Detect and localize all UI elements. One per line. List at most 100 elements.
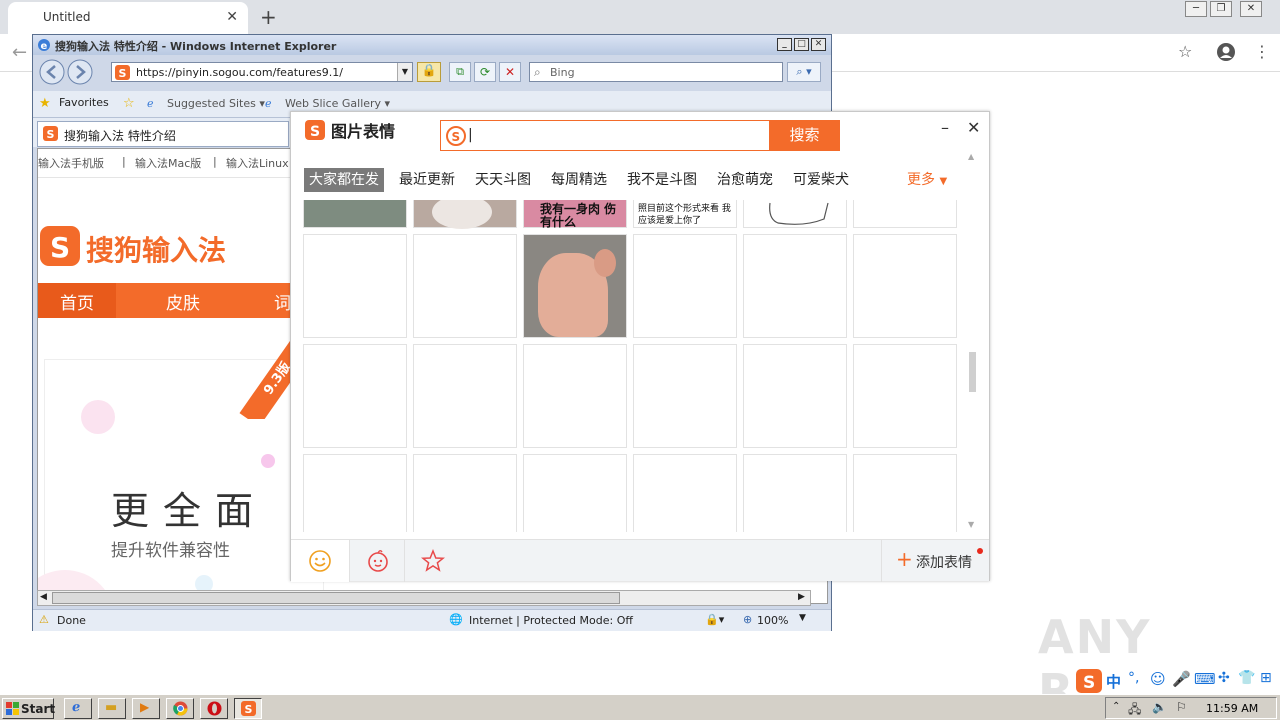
emoji-thumb[interactable] [633, 454, 737, 532]
suggested-sites-link[interactable]: Suggested Sites ▾ [167, 97, 265, 110]
toolbox-icon[interactable]: ✣ [1218, 670, 1230, 686]
emoji-thumb[interactable] [633, 234, 737, 338]
stop-icon[interactable]: ✕ [499, 62, 521, 82]
zoom-level[interactable]: 100% [757, 614, 788, 627]
add-emoji-button[interactable]: + 添加表情 [881, 540, 989, 582]
taskbar-media-button[interactable]: ▶ [132, 698, 160, 719]
emoji-thumb[interactable] [523, 454, 627, 532]
add-favorite-icon[interactable]: ☆ [123, 96, 135, 111]
grid-menu-icon[interactable]: ⊞ [1260, 670, 1272, 686]
taskbar-explorer-button[interactable]: ▬ [98, 698, 126, 719]
lock-icon[interactable]: 🔒 [417, 62, 441, 82]
scroll-left-icon[interactable]: ◀ [40, 592, 47, 602]
category-tab-pets[interactable]: 治愈萌宠 [717, 168, 773, 192]
nav-home[interactable]: 首页 [60, 289, 94, 314]
panel-close-icon[interactable]: ✕ [967, 118, 980, 137]
protected-mode-icon[interactable]: 🔒▾ [705, 613, 724, 626]
profile-icon[interactable] [1216, 42, 1236, 62]
emoji-thumb[interactable] [853, 454, 957, 532]
category-tab-latest[interactable]: 最近更新 [399, 168, 455, 192]
panel-scrollbar-thumb[interactable] [969, 352, 976, 392]
chrome-tab[interactable]: Untitled ✕ [8, 2, 248, 34]
emoji-thumb[interactable] [523, 234, 627, 338]
emoji-thumb[interactable] [413, 344, 517, 448]
emoji-smiley-icon[interactable]: ☺ [1150, 670, 1166, 688]
emoji-search-button[interactable]: 搜索 [769, 120, 840, 151]
skin-shirt-icon[interactable]: 👕 [1238, 670, 1255, 686]
ie-address-bar[interactable]: S https://pinyin.sogou.com/features9.1/ [111, 62, 413, 82]
chrome-new-tab-button[interactable]: + [260, 5, 277, 29]
nav-words[interactable]: 词 [274, 289, 291, 314]
taskbar-chrome-button[interactable] [166, 698, 194, 719]
scroll-up-icon[interactable]: ▲ [968, 152, 974, 161]
address-dropdown-icon[interactable]: ▼ [397, 63, 412, 81]
show-hidden-icons[interactable]: ⌃ [1112, 701, 1120, 712]
sogou-logo-text[interactable]: 搜狗输入法 [86, 229, 226, 269]
refresh-icon[interactable]: ⟳ [474, 62, 496, 82]
ie-forward-button[interactable] [67, 59, 93, 85]
emoji-thumb[interactable] [303, 454, 407, 532]
compatibility-icon[interactable]: ⧉ [449, 62, 471, 82]
emoji-thumb[interactable] [853, 234, 957, 338]
top-link-linux[interactable]: 输入法Linux [226, 155, 289, 171]
bottom-tab-favorites[interactable] [405, 540, 461, 582]
category-tab-daily-battle[interactable]: 天天斗图 [475, 168, 531, 192]
zoom-dropdown-icon[interactable]: ▼ [799, 613, 806, 623]
web-slice-gallery-link[interactable]: Web Slice Gallery ▾ [285, 97, 390, 110]
scroll-down-icon[interactable]: ▼ [968, 520, 974, 529]
start-button[interactable]: Start [2, 698, 55, 719]
emoji-thumb[interactable] [413, 454, 517, 532]
top-link-mac[interactable]: 输入法Mac版 [135, 155, 201, 171]
emoji-thumb[interactable] [523, 344, 627, 448]
emoji-thumb[interactable] [633, 344, 737, 448]
volume-icon[interactable]: 🔈 [1152, 700, 1167, 714]
network-icon[interactable]: 🖧 [1128, 700, 1141, 720]
emoji-thumb[interactable]: 我有一身肉 伤有什么 [523, 200, 627, 229]
emoji-thumb[interactable]: 照目前这个形式来看 我应该是爱上你了 [633, 200, 737, 228]
panel-minimize-icon[interactable]: – [941, 118, 949, 137]
taskbar-sogou-button[interactable]: S [234, 698, 262, 719]
emoji-thumb[interactable] [743, 344, 847, 448]
taskbar-ie-button[interactable]: ℯ [64, 698, 92, 719]
ie-back-button[interactable] [39, 59, 65, 85]
emoji-thumb[interactable] [743, 200, 847, 228]
clock[interactable]: 11:59 AM [1206, 702, 1258, 715]
bottom-tab-sticker[interactable] [349, 540, 405, 582]
top-link-mobile[interactable]: 输入法手机版 [38, 155, 104, 171]
emoji-thumb[interactable] [853, 200, 957, 228]
scrollbar-thumb[interactable] [52, 592, 620, 604]
search-go-icon[interactable]: ⌕ ▾ [787, 62, 821, 82]
ie-minimize-button[interactable]: _ [777, 38, 792, 51]
panel-scrollbar[interactable]: ▲ ▼ [967, 152, 977, 534]
category-tab-popular[interactable]: 大家都在发 [304, 168, 384, 192]
nav-skins[interactable]: 皮肤 [166, 289, 200, 314]
chrome-close-button[interactable]: ✕ [1240, 1, 1262, 17]
ie-maximize-button[interactable]: □ [794, 38, 809, 51]
horizontal-scrollbar[interactable]: ◀ ▶ [37, 590, 811, 606]
emoji-thumb[interactable] [303, 200, 407, 228]
status-zone[interactable]: Internet | Protected Mode: Off [469, 614, 633, 627]
favorites-button[interactable]: Favorites [59, 96, 109, 109]
sogou-ime-logo-icon[interactable]: S [1076, 669, 1102, 693]
keyboard-icon[interactable]: ⌨ [1194, 670, 1216, 688]
ie-tab[interactable]: S 搜狗输入法 特性介绍 [37, 121, 289, 147]
ie-search-box[interactable]: ⌕ Bing [529, 62, 783, 82]
emoji-thumb[interactable] [853, 344, 957, 448]
ime-language-toggle[interactable]: 中 [1106, 671, 1121, 692]
action-center-flag-icon[interactable]: ⚐ [1176, 700, 1187, 714]
taskbar-opera-button[interactable] [200, 698, 228, 719]
menu-kebab-icon[interactable]: ⋮ [1254, 42, 1270, 61]
emoji-thumb[interactable] [303, 344, 407, 448]
bookmark-star-icon[interactable]: ☆ [1178, 42, 1192, 61]
emoji-thumb[interactable] [413, 234, 517, 338]
scroll-right-icon[interactable]: ▶ [798, 592, 805, 602]
microphone-icon[interactable]: 🎤 [1172, 670, 1191, 688]
ie-close-button[interactable]: ✕ [811, 38, 826, 51]
chrome-restore-button[interactable]: ❐ [1210, 1, 1232, 17]
category-tab-not-battle[interactable]: 我不是斗图 [627, 168, 697, 192]
chrome-minimize-button[interactable]: ─ [1185, 1, 1207, 17]
emoji-thumb[interactable] [413, 200, 517, 229]
emoji-thumb[interactable] [743, 234, 847, 338]
punctuation-icon[interactable]: °, [1128, 670, 1139, 686]
emoji-search-input[interactable]: S | [440, 120, 770, 151]
